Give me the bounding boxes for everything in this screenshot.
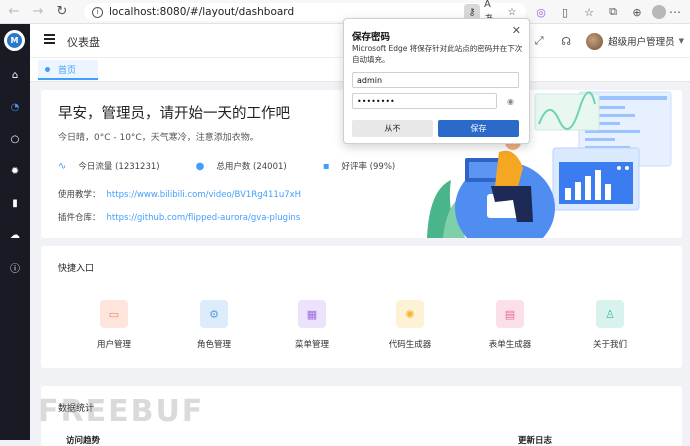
url-text: localhost:8080/#/layout/dashboard	[109, 6, 295, 18]
app-logo[interactable]: M	[4, 30, 25, 51]
tutorial-row: 使用教学： https://www.bilibili.com/video/BV1R…	[58, 188, 301, 200]
chat-icon: ▪	[322, 160, 330, 172]
quick-label: 菜单管理	[294, 340, 329, 350]
stat-rating-text: 好评率 (99%)	[341, 162, 396, 172]
monitor-icon: ▭	[100, 300, 128, 328]
close-icon[interactable]: ✕	[512, 24, 521, 37]
site-info-icon[interactable]: i	[92, 6, 103, 18]
gear-icon[interactable]: ✹	[9, 165, 21, 177]
avatar[interactable]	[586, 32, 604, 50]
quick-label: 用户管理	[96, 340, 131, 350]
plugins-label: 插件仓库：	[58, 213, 101, 223]
grid-icon: ▦	[298, 300, 326, 328]
visit-trend-title: 访问趋势	[66, 436, 101, 446]
greeting-title: 早安，管理员，请开始一天的工作吧	[58, 106, 290, 122]
stat-users: ● 总用户数 (24001)	[195, 160, 287, 173]
downloads-icon[interactable]: ⊕	[628, 3, 646, 21]
headset-icon[interactable]: ☊	[559, 34, 573, 48]
save-button[interactable]: 保存	[438, 120, 519, 137]
stats-row: ∿ 今日流量 (1231231) ● 总用户数 (24001) ▪ 好评率 (9…	[58, 160, 431, 173]
quick-menu-management[interactable]: ▦ 菜单管理	[277, 300, 347, 350]
dashboard-icon[interactable]: ◔	[9, 101, 21, 113]
never-button[interactable]: 从不	[352, 120, 433, 137]
info-icon[interactable]: ⓘ	[9, 261, 21, 275]
pulse-icon: ∿	[58, 160, 67, 172]
extension-icon[interactable]: ◎	[532, 3, 550, 21]
save-password-dialog: 保存密码 ✕ Microsoft Edge 将保存针对此站点的密码并在下次自动填…	[343, 18, 530, 144]
person-icon: ♙	[596, 300, 624, 328]
quick-label: 代码生成器	[388, 340, 432, 350]
quick-code-generator[interactable]: ✺ 代码生成器	[375, 300, 445, 350]
more-menu-icon[interactable]: ⋯	[666, 3, 684, 21]
quick-entry-title: 快捷入口	[58, 264, 95, 274]
forward-button[interactable]: →	[28, 2, 48, 22]
quick-role-management[interactable]: ⚙ 角色管理	[179, 300, 249, 350]
freebuf-watermark: FREEBUF	[38, 394, 205, 429]
breadcrumb: 仪表盘	[67, 36, 100, 49]
plugins-link[interactable]: https://github.com/flipped-aurora/gva-pl…	[107, 213, 301, 223]
back-button[interactable]: ←	[4, 2, 24, 22]
username-field[interactable]: admin	[352, 72, 519, 88]
quick-label: 表单生成器	[488, 340, 532, 350]
home-icon[interactable]: ⌂	[9, 69, 21, 81]
sidebar: M ⌂ ◔ ○ ✹ ▮ ☁ ⓘ	[0, 24, 30, 440]
users-icon: ●	[195, 160, 205, 172]
stat-users-text: 总用户数 (24001)	[216, 162, 287, 172]
tab-label: 首页	[58, 65, 77, 76]
fullscreen-icon[interactable]: ⤢	[532, 34, 546, 48]
tutorial-label: 使用教学：	[58, 190, 101, 200]
stat-traffic: ∿ 今日流量 (1231231)	[58, 160, 160, 173]
eye-icon[interactable]: ◉	[507, 97, 514, 106]
user-name[interactable]: 超级用户管理员	[608, 34, 675, 48]
dialog-title: 保存密码	[352, 32, 391, 43]
plugins-row: 插件仓库： https://github.com/flipped-aurora/g…	[58, 211, 300, 223]
tab-dot	[45, 66, 50, 72]
profile-avatar[interactable]	[652, 5, 666, 19]
cloud-icon[interactable]: ☁	[9, 229, 21, 241]
tutorial-link[interactable]: https://www.bilibili.com/video/BV1Rg411u…	[107, 190, 302, 200]
quick-user-management[interactable]: ▭ 用户管理	[79, 300, 149, 350]
user-icon[interactable]: ○	[9, 133, 21, 145]
reload-button[interactable]: ↻	[52, 2, 72, 22]
password-field[interactable]: ••••••••	[352, 93, 497, 109]
cog-icon: ✺	[396, 300, 424, 328]
stat-rating: ▪ 好评率 (99%)	[322, 160, 396, 173]
menu-toggle-icon[interactable]	[44, 34, 55, 44]
stat-traffic-text: 今日流量 (1231231)	[78, 162, 160, 172]
favorites-icon[interactable]: ☆	[580, 3, 598, 21]
logo-mark: M	[7, 33, 22, 48]
quick-label: 关于我们	[592, 340, 627, 350]
quick-entry-card: 快捷入口 ▭ 用户管理 ⚙ 角色管理 ▦ 菜单管理 ✺ 代码生成器 ▤ 表单生成…	[41, 246, 682, 368]
chevron-down-icon[interactable]: ▼	[679, 37, 684, 45]
book-icon[interactable]: ▮	[9, 197, 21, 209]
tab-home[interactable]: 首页	[38, 60, 98, 80]
settings-icon: ⚙	[200, 300, 228, 328]
dialog-description: Microsoft Edge 将保存针对此站点的密码并在下次自动填充。	[352, 44, 523, 64]
changelog-title: 更新日志	[518, 436, 553, 446]
quick-about-us[interactable]: ♙ 关于我们	[575, 300, 645, 350]
document-icon: ▤	[496, 300, 524, 328]
split-screen-icon[interactable]: ▯	[556, 3, 574, 21]
weather-text: 今日晴，0°C - 10°C，天气寒冷，注意添加衣物。	[58, 133, 259, 143]
quick-form-generator[interactable]: ▤ 表单生成器	[475, 300, 545, 350]
collections-icon[interactable]: ⧉	[604, 3, 622, 21]
quick-label: 角色管理	[196, 340, 231, 350]
